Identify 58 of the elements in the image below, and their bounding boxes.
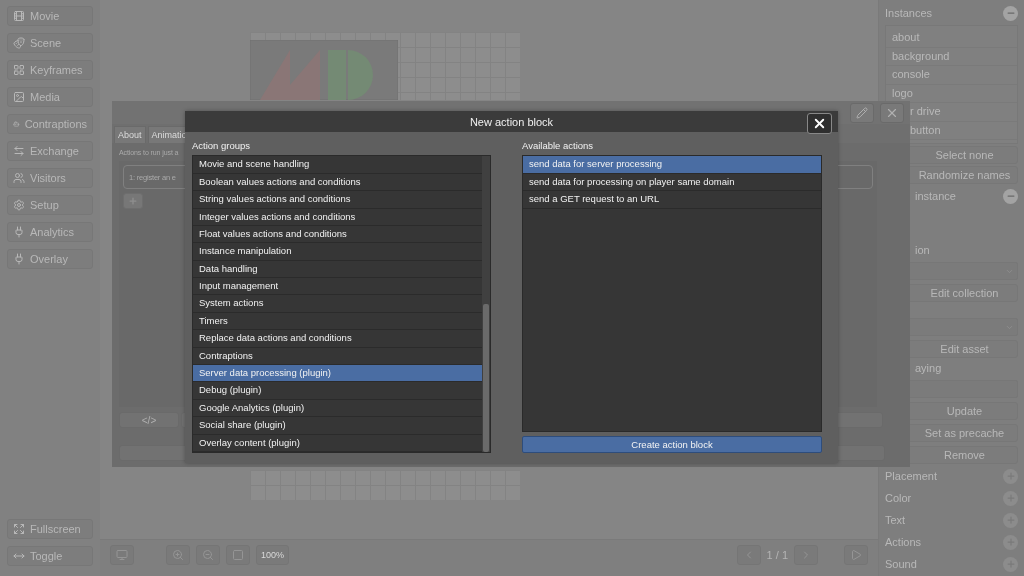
- list-item[interactable]: Server data processing (plugin): [193, 365, 482, 383]
- code-button[interactable]: </>: [119, 412, 179, 428]
- tab[interactable]: About: [114, 126, 146, 143]
- sidebar-button[interactable]: Media: [7, 87, 93, 107]
- plug-icon: [13, 226, 25, 238]
- close-icon: [812, 116, 827, 131]
- settings-icon: [13, 199, 25, 211]
- sidebar-button[interactable]: Movie: [7, 6, 93, 26]
- zoom-in-icon: [172, 549, 184, 561]
- grid-icon: [13, 64, 25, 76]
- sidebar-button[interactable]: Setup: [7, 195, 93, 215]
- section-title: Instances: [885, 7, 933, 19]
- users-icon: [13, 172, 25, 184]
- masks-icon: [13, 37, 25, 49]
- toolbar-button[interactable]: [110, 545, 134, 565]
- zoom-level-button[interactable]: 100%: [256, 545, 290, 565]
- monitor-icon: [116, 549, 128, 561]
- column-label: Available actions: [522, 140, 595, 153]
- film-icon: [13, 10, 25, 22]
- arrows-icon: [13, 145, 25, 157]
- square-icon: [232, 549, 244, 561]
- collapse-icon[interactable]: [1003, 5, 1018, 21]
- section-title: Text: [885, 514, 906, 526]
- dialog-title: New action block: [469, 115, 554, 128]
- image-icon: [13, 91, 25, 103]
- field-label: ion: [914, 244, 931, 258]
- create-button[interactable]: Create action block: [522, 436, 822, 453]
- section-title: Sound: [885, 558, 917, 570]
- sidebar-button[interactable]: Toggle: [7, 546, 93, 566]
- zoom-in-button[interactable]: [166, 545, 190, 565]
- column-label: Action groups: [192, 140, 252, 153]
- zoom-out-icon: [202, 549, 214, 561]
- sidebar-button[interactable]: Keyframes: [7, 60, 93, 80]
- sidebar-button[interactable]: Visitors: [7, 168, 93, 188]
- scrollbar[interactable]: [482, 156, 490, 452]
- scroll-thumb[interactable]: [483, 304, 489, 452]
- section-title: Color: [885, 492, 912, 504]
- fit-button[interactable]: [226, 545, 250, 565]
- close-button[interactable]: [807, 113, 832, 134]
- plug-icon: [13, 253, 25, 265]
- sidebar-button[interactable]: Exchange: [7, 141, 93, 161]
- zoom-out-button[interactable]: [196, 545, 220, 565]
- sidebar-button[interactable]: Contraptions: [7, 114, 93, 134]
- pencil-icon: [856, 106, 868, 119]
- section-title: Placement: [885, 470, 937, 482]
- section-title: instance: [914, 190, 956, 202]
- list-item[interactable]: send data for server processing: [523, 156, 821, 174]
- edit-button[interactable]: [850, 102, 874, 123]
- sidebar-button[interactable]: Analytics: [7, 222, 93, 242]
- section-title: Actions: [885, 536, 922, 548]
- collapse-icon[interactable]: [1003, 188, 1018, 204]
- add-button[interactable]: [123, 193, 143, 209]
- play-button[interactable]: [844, 545, 868, 565]
- sidebar-button[interactable]: Overlay: [7, 249, 93, 269]
- sidebar-button[interactable]: Fullscreen: [7, 519, 93, 539]
- play-icon: [850, 549, 862, 561]
- expand-icon: [13, 523, 25, 535]
- sidebar-button[interactable]: Scene: [7, 33, 93, 53]
